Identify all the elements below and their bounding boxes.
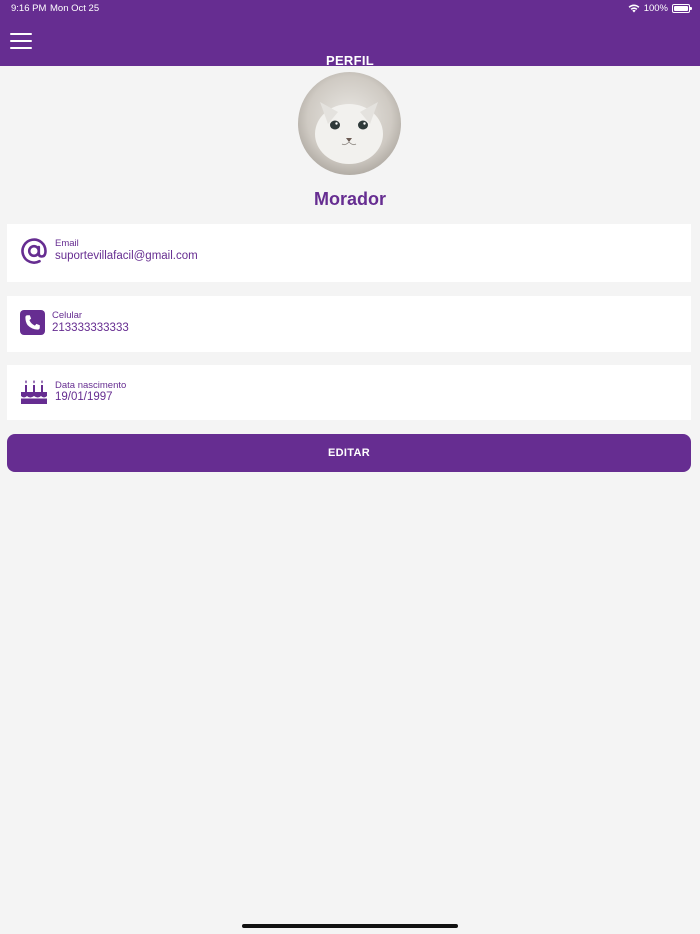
- email-label: Email: [55, 238, 79, 249]
- home-indicator: [242, 924, 458, 928]
- cat-photo-icon: [315, 102, 383, 164]
- battery-icon: [672, 4, 692, 13]
- profile-name: Morador: [314, 189, 386, 209]
- cake-icon: [21, 380, 47, 404]
- birthdate-value: 19/01/1997: [55, 391, 113, 403]
- email-value: suportevillafacil@gmail.com: [55, 250, 198, 262]
- menu-icon-bar: [10, 47, 32, 49]
- at-icon: [21, 238, 47, 264]
- battery-percent: 100%: [643, 3, 668, 14]
- status-indicators: 100%: [628, 3, 692, 14]
- app-header: 9:16 PM Mon Oct 25 100% PERFIL: [0, 0, 700, 68]
- menu-button[interactable]: [10, 33, 32, 49]
- edit-button[interactable]: EDITAR: [7, 434, 691, 472]
- status-date: Mon Oct 25: [50, 3, 100, 14]
- page-title: PERFIL: [325, 53, 375, 68]
- menu-icon-bar: [10, 40, 32, 42]
- wifi-icon: [628, 4, 640, 13]
- phone-icon: [20, 310, 45, 335]
- phone-value: 213333333333: [52, 322, 129, 334]
- birthdate-label: Data nascimento: [55, 380, 127, 391]
- phone-label: Celular: [52, 310, 83, 321]
- status-bar: 9:16 PM Mon Oct 25 100%: [0, 0, 700, 18]
- status-time: 9:16 PM: [11, 3, 47, 14]
- avatar: [298, 72, 401, 175]
- email-card: Email suportevillafacil@gmail.com: [7, 224, 691, 282]
- menu-icon-bar: [10, 33, 32, 35]
- birthdate-card: Data nascimento 19/01/1997: [7, 365, 691, 420]
- phone-card: Celular 213333333333: [7, 296, 691, 352]
